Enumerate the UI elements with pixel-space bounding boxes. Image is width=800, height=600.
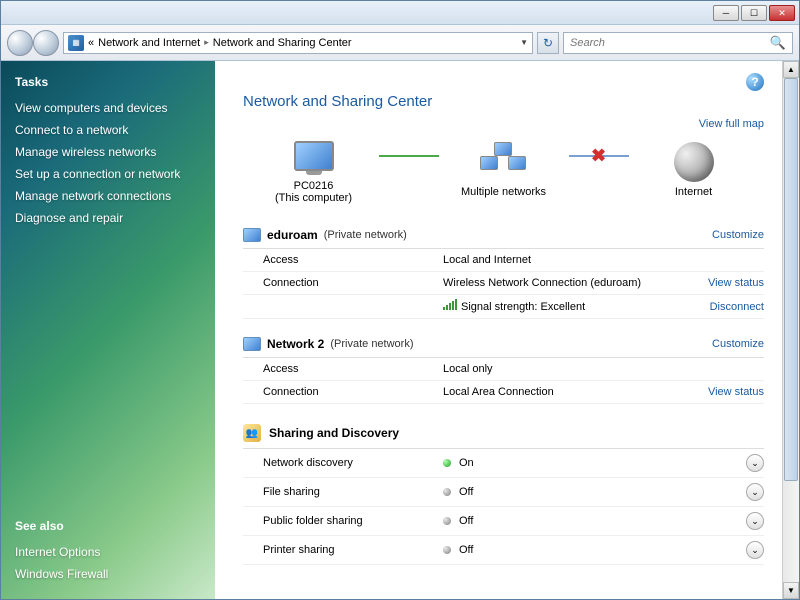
sidebar: Tasks View computers and devices Connect… <box>1 61 215 599</box>
forward-button[interactable] <box>33 30 59 56</box>
detail-row: Signal strength: Excellent Disconnect <box>243 295 764 319</box>
window: ─ ☐ ✕ ▦ « Network and Internet ▸ Network… <box>0 0 800 600</box>
address-dropdown-icon[interactable]: ▼ <box>520 38 528 47</box>
search-box[interactable]: 🔍 <box>563 32 793 54</box>
network-section-header: eduroam (Private network) Customize <box>243 222 764 249</box>
sharing-row: Printer sharing Off ⌄ <box>243 536 764 565</box>
task-link[interactable]: Manage network connections <box>15 185 201 207</box>
map-link-line <box>379 155 439 157</box>
scroll-track[interactable] <box>783 78 799 582</box>
scroll-up-button[interactable]: ▲ <box>783 61 799 78</box>
view-status-link[interactable]: View status <box>708 277 764 289</box>
network-icon <box>243 228 261 242</box>
vertical-scrollbar[interactable]: ▲ ▼ <box>782 61 799 599</box>
view-full-map-link[interactable]: View full map <box>243 118 764 130</box>
network-scope: (Private network) <box>330 338 413 350</box>
expand-button[interactable]: ⌄ <box>746 483 764 501</box>
scroll-down-button[interactable]: ▼ <box>783 582 799 599</box>
expand-button[interactable]: ⌄ <box>746 541 764 559</box>
address-bar[interactable]: ▦ « Network and Internet ▸ Network and S… <box>63 32 533 54</box>
expand-button[interactable]: ⌄ <box>746 512 764 530</box>
search-icon[interactable]: 🔍 <box>770 35 786 51</box>
sharing-header: 👥 Sharing and Discovery <box>243 416 764 449</box>
globe-icon <box>674 142 714 182</box>
multi-network-icon <box>480 142 528 182</box>
status-dot-icon <box>443 546 451 554</box>
see-also-link[interactable]: Internet Options <box>15 541 201 563</box>
help-icon[interactable]: ? <box>746 73 764 91</box>
search-input[interactable] <box>570 37 770 49</box>
scroll-thumb[interactable] <box>784 78 798 481</box>
task-link[interactable]: Set up a connection or network <box>15 163 201 185</box>
detail-row: Access Local only <box>243 358 764 381</box>
detail-row: Connection Wireless Network Connection (… <box>243 272 764 295</box>
minimize-button[interactable]: ─ <box>713 5 739 21</box>
titlebar: ─ ☐ ✕ <box>1 1 799 25</box>
expand-button[interactable]: ⌄ <box>746 454 764 472</box>
network-name: eduroam <box>267 228 318 242</box>
network-name: Network 2 <box>267 337 324 351</box>
task-list: View computers and devices Connect to a … <box>15 97 201 229</box>
see-also-header: See also <box>15 519 201 533</box>
map-node-networks: Multiple networks <box>439 142 569 198</box>
network-scope: (Private network) <box>324 229 407 241</box>
tasks-header: Tasks <box>15 75 201 89</box>
task-link[interactable]: Diagnose and repair <box>15 207 201 229</box>
maximize-button[interactable]: ☐ <box>741 5 767 21</box>
map-node-internet: Internet <box>629 142 759 198</box>
sharing-row: Network discovery On ⌄ <box>243 449 764 478</box>
close-button[interactable]: ✕ <box>769 5 795 21</box>
sharing-icon: 👥 <box>243 424 261 442</box>
network-section-header: Network 2 (Private network) Customize <box>243 331 764 358</box>
control-panel-icon: ▦ <box>68 35 84 51</box>
detail-row: Access Local and Internet <box>243 249 764 272</box>
map-node-this-computer: PC0216 (This computer) <box>249 136 379 204</box>
view-status-link[interactable]: View status <box>708 386 764 398</box>
computer-icon <box>294 141 334 171</box>
network-map: PC0216 (This computer) Multiple networks… <box>243 136 764 204</box>
status-dot-icon <box>443 459 451 467</box>
status-dot-icon <box>443 488 451 496</box>
signal-strength-icon <box>443 300 457 310</box>
customize-link[interactable]: Customize <box>712 229 764 241</box>
customize-link[interactable]: Customize <box>712 338 764 350</box>
page-title: Network and Sharing Center <box>243 93 764 110</box>
navbar: ▦ « Network and Internet ▸ Network and S… <box>1 25 799 61</box>
back-button[interactable] <box>7 30 33 56</box>
see-also-link[interactable]: Windows Firewall <box>15 563 201 585</box>
breadcrumb-back[interactable]: « <box>88 37 94 49</box>
sharing-row: Public folder sharing Off ⌄ <box>243 507 764 536</box>
detail-row: Connection Local Area Connection View st… <box>243 381 764 404</box>
disconnect-link[interactable]: Disconnect <box>710 301 764 313</box>
breadcrumb-item[interactable]: Network and Sharing Center <box>213 37 352 49</box>
chevron-right-icon: ▸ <box>204 37 209 48</box>
task-link[interactable]: View computers and devices <box>15 97 201 119</box>
map-link-broken: ✖ <box>569 155 629 157</box>
sharing-row: File sharing Off ⌄ <box>243 478 764 507</box>
refresh-button[interactable]: ↻ <box>537 32 559 54</box>
status-dot-icon <box>443 517 451 525</box>
content-area: ? Network and Sharing Center View full m… <box>215 61 782 599</box>
breadcrumb-item[interactable]: Network and Internet <box>98 37 200 49</box>
network-icon <box>243 337 261 351</box>
task-link[interactable]: Connect to a network <box>15 119 201 141</box>
x-mark-icon: ✖ <box>591 146 606 167</box>
task-link[interactable]: Manage wireless networks <box>15 141 201 163</box>
